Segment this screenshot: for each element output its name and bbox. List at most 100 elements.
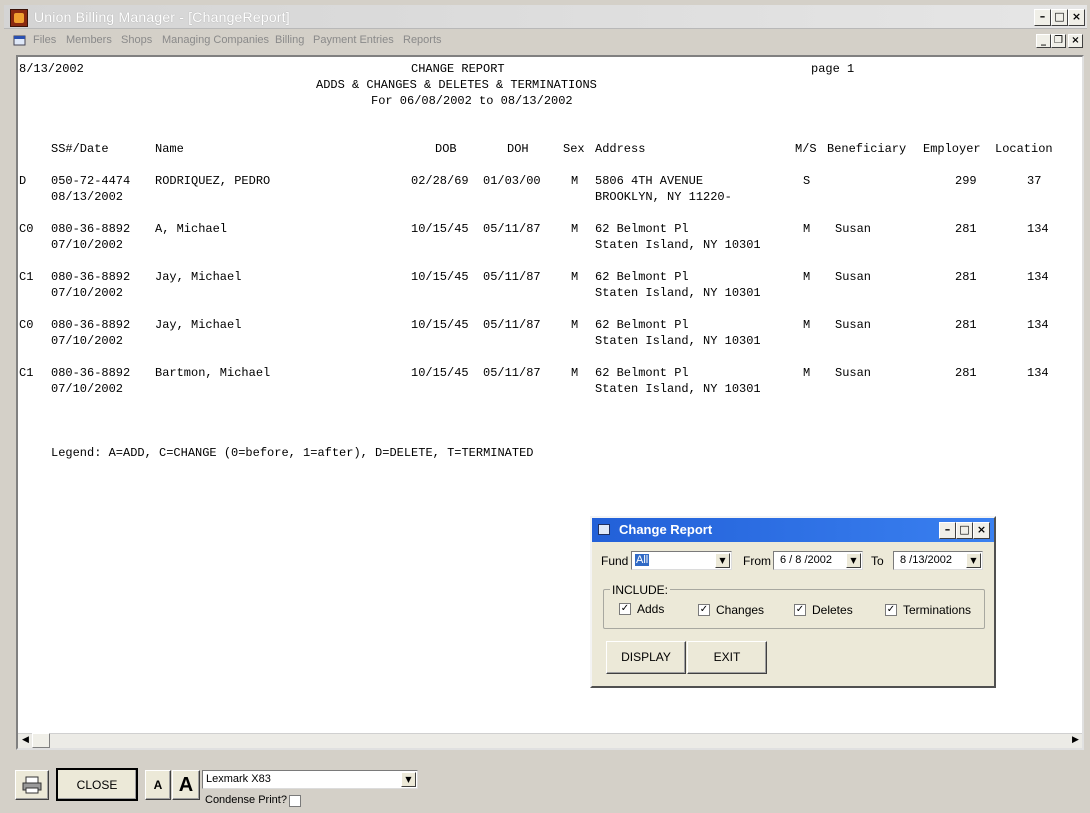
condense-print-checkbox[interactable]: [289, 795, 301, 807]
mdi-child-icon: [13, 35, 27, 47]
fund-dropdown-icon[interactable]: ▼: [715, 553, 730, 568]
display-button[interactable]: DISPLAY: [606, 641, 686, 674]
exit-button[interactable]: EXIT: [687, 641, 767, 674]
print-button[interactable]: [15, 770, 49, 800]
maximize-button[interactable]: □: [1051, 9, 1068, 26]
row-sex: M: [571, 270, 579, 284]
row-beneficiary: Susan: [835, 366, 872, 380]
menu-managing-companies[interactable]: Managing Companies: [162, 34, 269, 46]
from-label: From: [743, 554, 771, 568]
menu-payment-entries[interactable]: Payment Entries: [313, 34, 394, 46]
row-employer: 281: [955, 270, 977, 284]
row-employer: 299: [955, 174, 977, 188]
report-page: page 1: [811, 62, 855, 76]
close-window-button[interactable]: ×: [1068, 9, 1085, 26]
dialog-close-button[interactable]: ×: [973, 522, 990, 539]
menu-shops[interactable]: Shops: [121, 34, 152, 46]
row-ss: 080-36-8892: [51, 318, 131, 332]
terminations-checkbox[interactable]: ✓: [885, 604, 897, 616]
row-location: 134: [1027, 222, 1049, 236]
menu-reports[interactable]: Reports: [403, 34, 442, 46]
from-date-dropdown-icon[interactable]: ▼: [846, 553, 861, 568]
row-sex: M: [571, 366, 579, 380]
scroll-thumb[interactable]: [32, 733, 50, 748]
row-doh: 05/11/87: [483, 366, 541, 380]
row-code: C0: [19, 222, 34, 236]
minimize-button[interactable]: –: [1034, 9, 1051, 26]
dialog-window-icon: [598, 524, 610, 535]
row-date: 07/10/2002: [51, 382, 124, 396]
row-sex: M: [571, 222, 579, 236]
row-code: D: [19, 174, 27, 188]
report-title: CHANGE REPORT: [411, 62, 505, 76]
deletes-label: Deletes: [812, 603, 853, 617]
row-name: Jay, Michael: [155, 318, 242, 332]
report-subtitle: ADDS & CHANGES & DELETES & TERMINATIONS: [316, 78, 597, 92]
dialog-minimize-button[interactable]: –: [939, 522, 956, 539]
row-address-1: 62 Belmont Pl: [595, 270, 689, 284]
menu-files[interactable]: Files: [33, 34, 56, 46]
row-dob: 02/28/69: [411, 174, 469, 188]
to-date-value: 8 /13/2002: [900, 554, 952, 566]
row-name: Jay, Michael: [155, 270, 242, 284]
row-doh: 05/11/87: [483, 318, 541, 332]
deletes-checkbox[interactable]: ✓: [794, 604, 806, 616]
mdi-close-button[interactable]: ×: [1068, 34, 1083, 48]
check-icon: ✓: [886, 604, 896, 615]
row-sex: M: [571, 174, 579, 188]
to-date-dropdown-icon[interactable]: ▼: [966, 553, 981, 568]
terminations-label: Terminations: [903, 603, 972, 617]
col-header-doh: DOH: [507, 142, 529, 156]
from-date-value: 6 / 8 /2002: [780, 554, 832, 566]
row-location: 134: [1027, 318, 1049, 332]
row-beneficiary: Susan: [835, 270, 872, 284]
scroll-right-icon[interactable]: ▶: [1068, 733, 1083, 748]
font-smaller-button[interactable]: A: [145, 770, 171, 800]
close-button[interactable]: CLOSE: [56, 768, 138, 801]
row-date: 07/10/2002: [51, 334, 124, 348]
col-header-name: Name: [155, 142, 184, 156]
printer-select-value: Lexmark X83: [206, 773, 271, 785]
col-header-location: Location: [995, 142, 1053, 156]
row-sex: M: [571, 318, 579, 332]
row-address-2: Staten Island, NY 10301: [595, 382, 761, 396]
row-ms: M: [803, 222, 811, 236]
check-icon: ✓: [795, 604, 805, 615]
row-date: 08/13/2002: [51, 190, 124, 204]
printer-select[interactable]: Lexmark X83: [202, 770, 418, 789]
row-employer: 281: [955, 366, 977, 380]
menu-billing[interactable]: Billing: [275, 34, 304, 46]
to-label: To: [871, 554, 884, 568]
dialog-maximize-button[interactable]: □: [956, 522, 973, 539]
row-ss: 080-36-8892: [51, 366, 131, 380]
row-location: 134: [1027, 366, 1049, 380]
col-header-ss: SS#/Date: [51, 142, 109, 156]
row-address-2: Staten Island, NY 10301: [595, 334, 761, 348]
row-location: 37: [1027, 174, 1042, 188]
adds-checkbox[interactable]: ✓: [619, 603, 631, 615]
condense-print-label: Condense Print?: [205, 794, 287, 806]
row-dob: 10/15/45: [411, 270, 469, 284]
row-employer: 281: [955, 318, 977, 332]
row-code: C1: [19, 270, 34, 284]
font-larger-button[interactable]: A: [172, 770, 200, 800]
changes-checkbox[interactable]: ✓: [698, 604, 710, 616]
scroll-left-icon[interactable]: ◀: [18, 733, 33, 748]
dialog-title: Change Report: [619, 522, 713, 537]
row-dob: 10/15/45: [411, 222, 469, 236]
mdi-minimize-button[interactable]: _: [1036, 34, 1051, 48]
printer-dropdown-icon[interactable]: ▼: [401, 772, 416, 787]
menu-members[interactable]: Members: [66, 34, 112, 46]
app-icon: [10, 9, 28, 27]
row-ms: S: [803, 174, 811, 188]
row-dob: 10/15/45: [411, 366, 469, 380]
row-ss: 080-36-8892: [51, 222, 131, 236]
row-employer: 281: [955, 222, 977, 236]
col-header-ms: M/S: [795, 142, 817, 156]
row-address-2: Staten Island, NY 10301: [595, 238, 761, 252]
adds-label: Adds: [637, 602, 665, 616]
fund-label: Fund: [601, 554, 629, 568]
changes-label: Changes: [716, 603, 765, 617]
horizontal-scrollbar[interactable]: [18, 733, 1082, 748]
mdi-restore-button[interactable]: ❐: [1051, 34, 1066, 48]
